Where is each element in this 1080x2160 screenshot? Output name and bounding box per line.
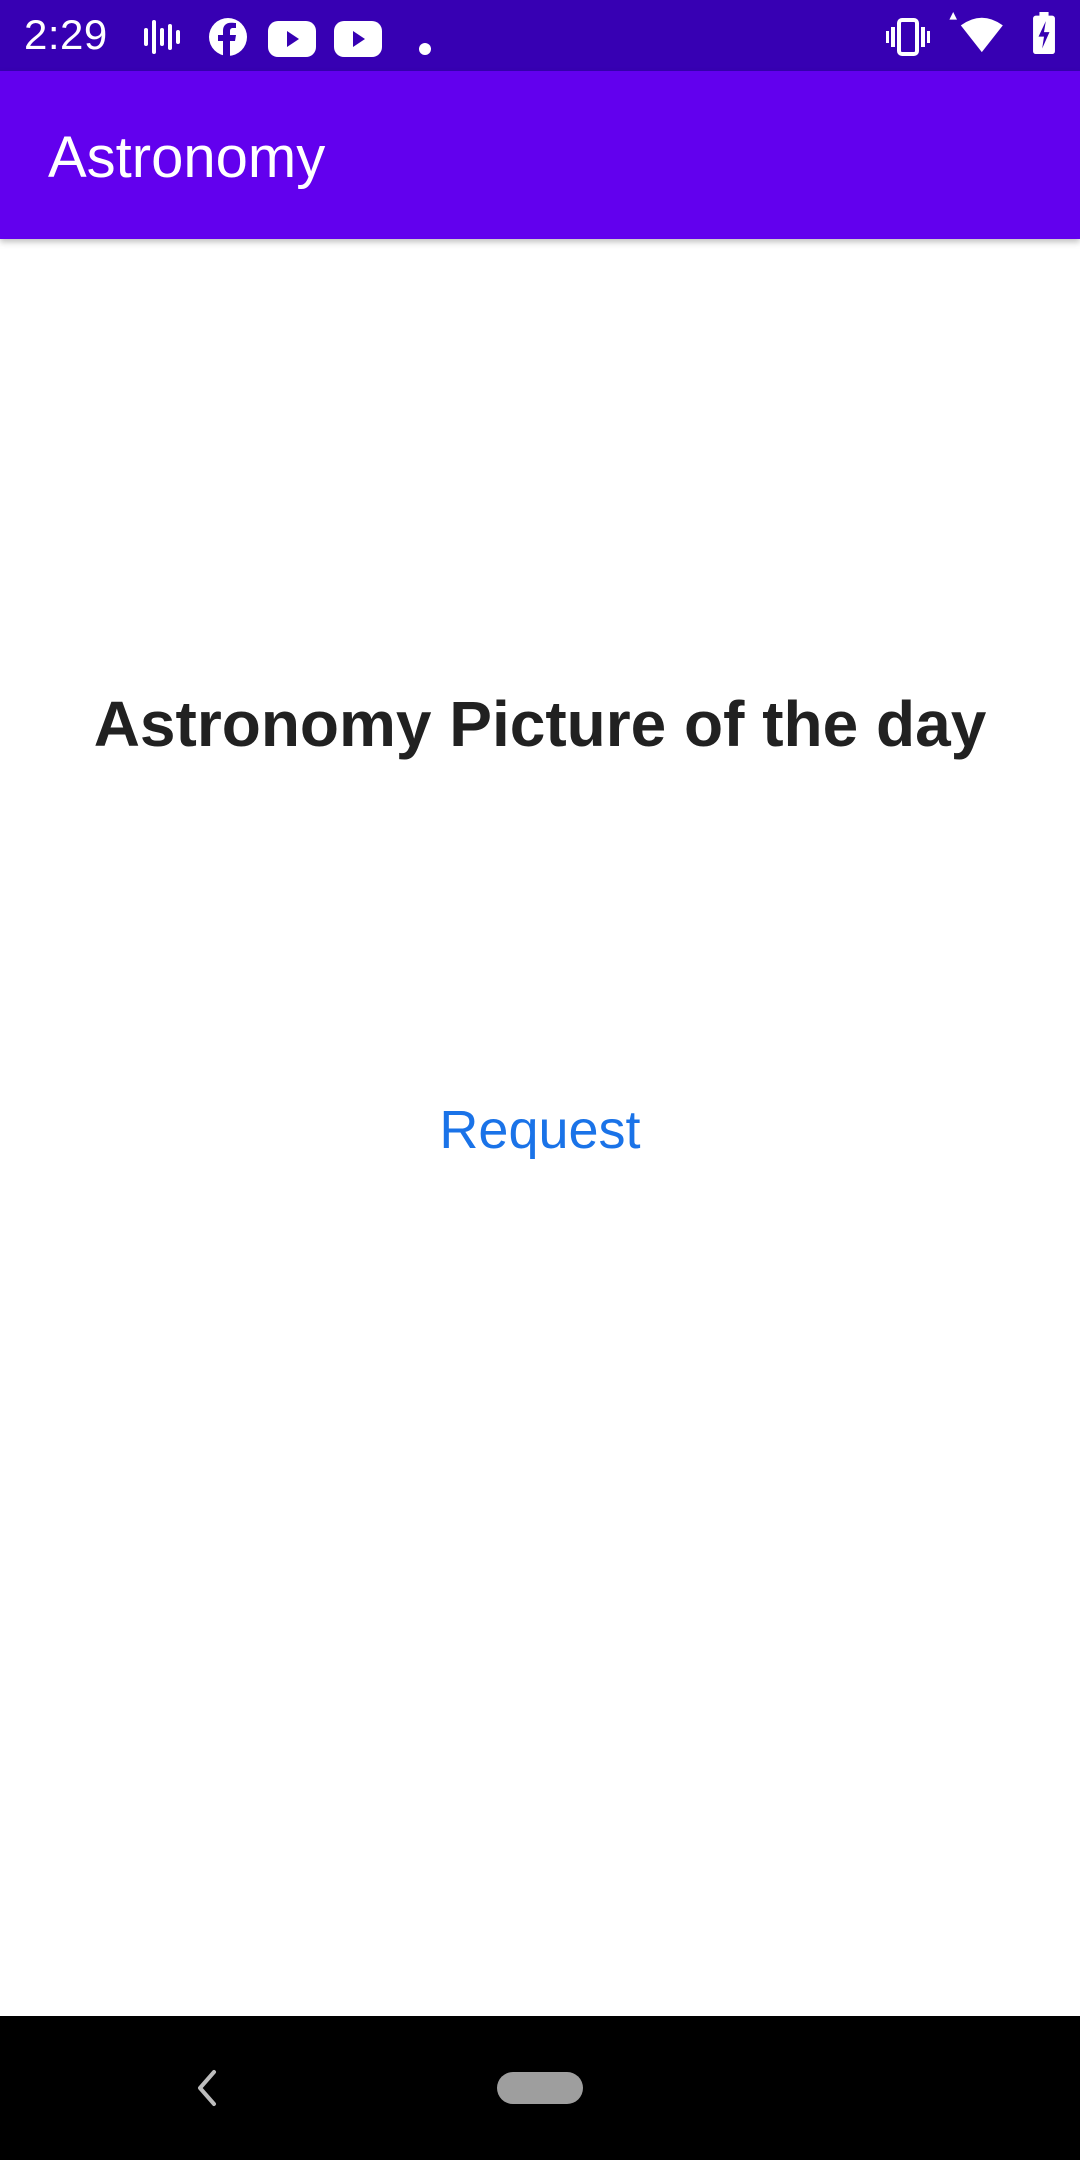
youtube-icon	[268, 21, 316, 57]
vibrate-icon	[886, 18, 930, 56]
wifi-icon	[949, 12, 1003, 53]
status-time: 2:29	[24, 11, 108, 58]
app-bar: Astronomy	[0, 71, 1080, 239]
youtube-icon	[334, 21, 382, 57]
request-button[interactable]: Request	[390, 1080, 690, 1180]
home-pill-icon[interactable]	[497, 2072, 583, 2104]
app-title: Astronomy	[48, 125, 326, 190]
status-bar: 2:29	[0, 0, 1080, 71]
notification-dot-icon	[419, 43, 431, 55]
page-title: Astronomy Picture of the day	[93, 688, 987, 760]
signal-bars-icon	[144, 20, 180, 54]
back-icon[interactable]	[188, 2066, 228, 2110]
facebook-icon	[209, 18, 247, 56]
battery-charging-icon	[1033, 12, 1055, 54]
